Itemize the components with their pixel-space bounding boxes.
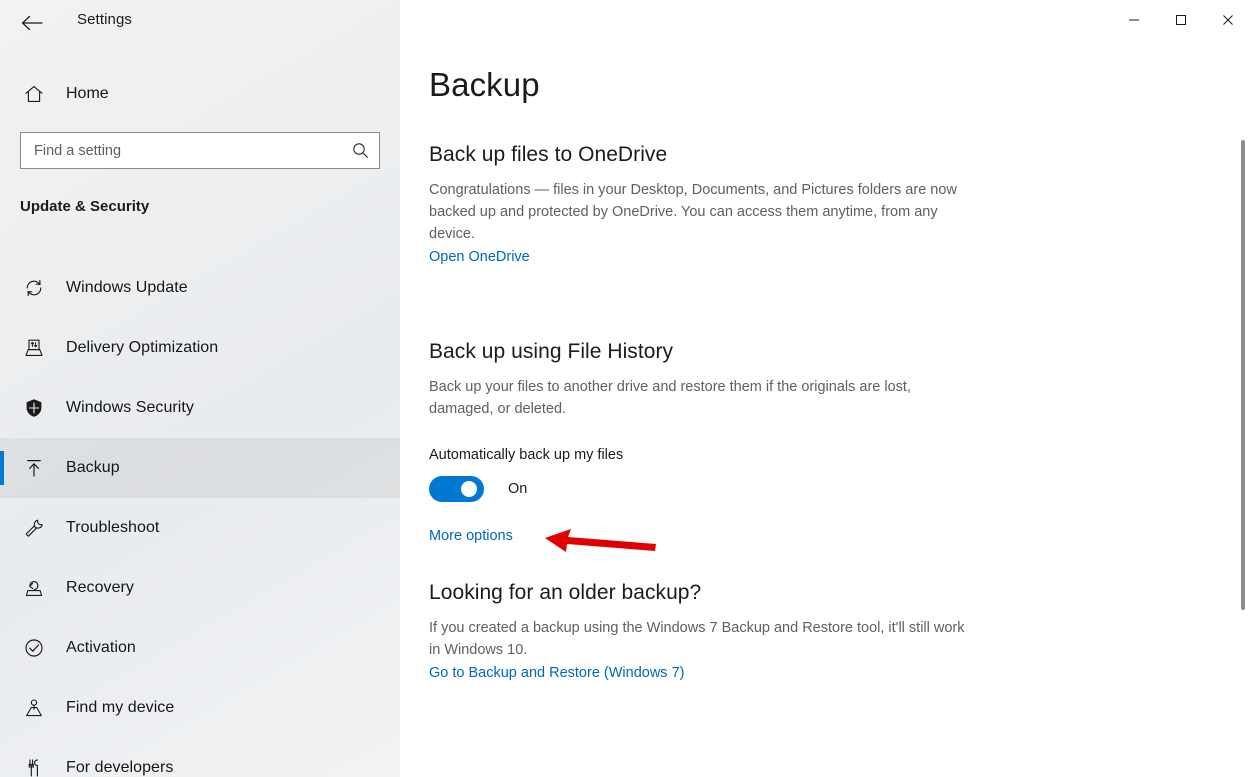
sidebar-item-find-my-device[interactable]: Find my device — [0, 678, 400, 738]
maximize-button[interactable] — [1157, 0, 1204, 40]
sidebar-item-label: Windows Security — [66, 399, 194, 417]
shield-icon — [10, 397, 58, 419]
app-title: Settings — [77, 11, 132, 28]
sidebar-item-label: Find my device — [66, 699, 174, 717]
sidebar-item-windows-update[interactable]: Windows Update — [0, 258, 400, 318]
scrollbar[interactable] — [1235, 46, 1251, 777]
sidebar-item-label: Windows Update — [66, 279, 188, 297]
person-pin-icon — [10, 697, 58, 719]
older-backup-heading: Looking for an older backup? — [429, 581, 989, 605]
search-icon[interactable] — [347, 138, 373, 164]
onedrive-description: Congratulations — files in your Desktop,… — [429, 179, 977, 245]
sync-icon — [10, 277, 58, 299]
delivery-icon — [10, 337, 58, 359]
close-icon — [1222, 14, 1234, 26]
sidebar-item-recovery[interactable]: Recovery — [0, 558, 400, 618]
sidebar-item-label: Recovery — [66, 579, 134, 597]
backup-and-restore-link[interactable]: Go to Backup and Restore (Windows 7) — [429, 665, 684, 681]
tools-icon — [10, 757, 58, 777]
sidebar-item-for-developers[interactable]: For developers — [0, 738, 400, 777]
title-bar: Settings — [0, 0, 1251, 46]
sidebar-item-backup[interactable]: Backup — [0, 438, 400, 498]
file-history-heading: Back up using File History — [429, 340, 989, 364]
auto-backup-label: Automatically back up my files — [429, 447, 989, 463]
sidebar-item-label: Troubleshoot — [66, 519, 159, 537]
toggle-state-label: On — [508, 481, 527, 497]
onedrive-heading: Back up files to OneDrive — [429, 143, 989, 167]
sidebar-item-label: Activation — [66, 639, 136, 657]
search-container — [20, 132, 380, 169]
sidebar-item-home[interactable]: Home — [0, 74, 400, 114]
wrench-icon — [10, 517, 58, 539]
sidebar-item-windows-security[interactable]: Windows Security — [0, 378, 400, 438]
scrollbar-thumb[interactable] — [1241, 140, 1245, 610]
sidebar-item-label: For developers — [66, 759, 173, 777]
check-circle-icon — [10, 637, 58, 659]
sidebar-item-label: Delivery Optimization — [66, 339, 218, 357]
sidebar-item-delivery-optimization[interactable]: Delivery Optimization — [0, 318, 400, 378]
upload-arrow-icon — [10, 457, 58, 479]
file-history-section: Back up using File History Back up your … — [429, 340, 989, 545]
maximize-icon — [1175, 14, 1187, 26]
auto-backup-toggle[interactable] — [429, 476, 484, 502]
sidebar-item-label: Backup — [66, 459, 120, 477]
more-options-link[interactable]: More options — [429, 528, 513, 544]
home-icon — [10, 83, 58, 105]
file-history-description: Back up your files to another drive and … — [429, 376, 977, 420]
sidebar-item-troubleshoot[interactable]: Troubleshoot — [0, 498, 400, 558]
minimize-button[interactable] — [1110, 0, 1157, 40]
selection-indicator — [0, 451, 4, 485]
window-controls — [1110, 0, 1251, 40]
sidebar-category-title: Update & Security — [20, 198, 149, 215]
page-title: Backup — [429, 66, 540, 104]
settings-window: Settings — [0, 0, 1251, 777]
sidebar-item-activation[interactable]: Activation — [0, 618, 400, 678]
open-onedrive-link[interactable]: Open OneDrive — [429, 249, 530, 265]
close-button[interactable] — [1204, 0, 1251, 40]
onedrive-section: Back up files to OneDrive Congratulation… — [429, 143, 989, 266]
search-box[interactable] — [20, 132, 380, 169]
sidebar-item-home-label: Home — [66, 85, 109, 103]
recovery-icon — [10, 577, 58, 599]
back-button[interactable] — [10, 4, 54, 42]
older-backup-section: Looking for an older backup? If you crea… — [429, 581, 989, 682]
sidebar-nav-list: Windows Update Delivery Optimization — [0, 258, 400, 777]
sidebar: Home Update & Security — [0, 0, 400, 777]
back-arrow-icon — [21, 15, 43, 31]
auto-backup-toggle-row: On — [429, 476, 989, 502]
older-backup-description: If you created a backup using the Window… — [429, 617, 977, 661]
main-content: Backup Back up files to OneDrive Congrat… — [400, 0, 1251, 777]
toggle-knob — [461, 481, 477, 497]
search-input[interactable] — [21, 133, 379, 168]
minimize-icon — [1128, 14, 1140, 26]
